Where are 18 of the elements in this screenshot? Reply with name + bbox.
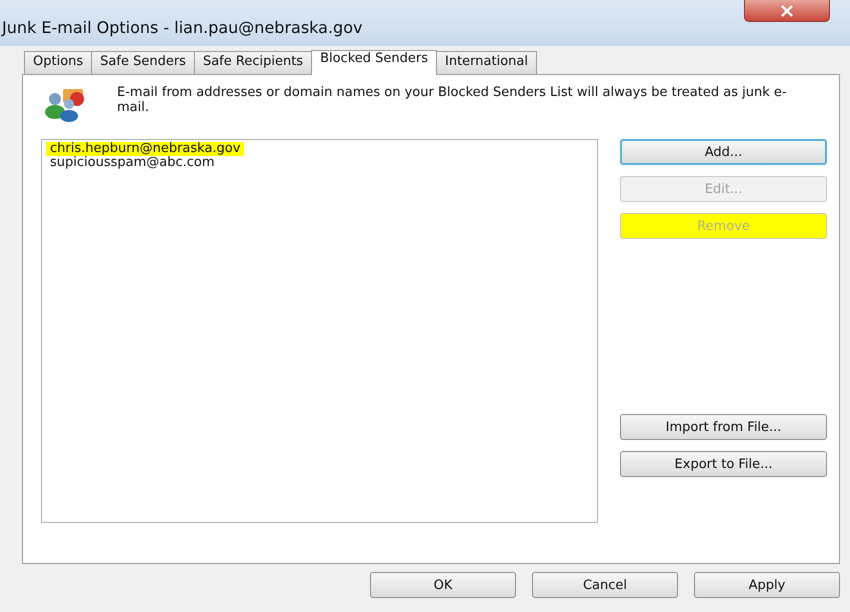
close-icon (780, 4, 794, 16)
list-item[interactable]: chris.hepburn@nebraska.gov (46, 142, 244, 156)
tab[interactable]: Options (24, 51, 92, 74)
dialog-button[interactable]: Apply (694, 572, 840, 598)
list-item[interactable]: supiciousspam@abc.com (46, 156, 219, 170)
dialog-button[interactable]: Cancel (532, 572, 678, 598)
tab[interactable]: Safe Recipients (194, 51, 312, 74)
blocked-senders-list[interactable]: chris.hepburn@nebraska.gov supiciousspam@abc.com (41, 139, 598, 523)
file-button[interactable]: Export to File... (620, 451, 827, 477)
description-text: E-mail from addresses or domain names on your Blocked Senders List will always be treated as junk e-mail. (117, 85, 788, 115)
tab[interactable]: Blocked Senders (311, 50, 438, 75)
file-button[interactable]: Import from File... (620, 414, 827, 440)
tab[interactable]: International (436, 51, 537, 74)
dialog-button[interactable]: OK (370, 572, 516, 598)
tab[interactable]: Safe Senders (91, 51, 195, 74)
close-button[interactable] (744, 0, 830, 22)
action-button[interactable]: Add... (620, 139, 827, 165)
window-title: Junk E-mail Options - lian.pau@nebraska.gov (0, 17, 362, 37)
